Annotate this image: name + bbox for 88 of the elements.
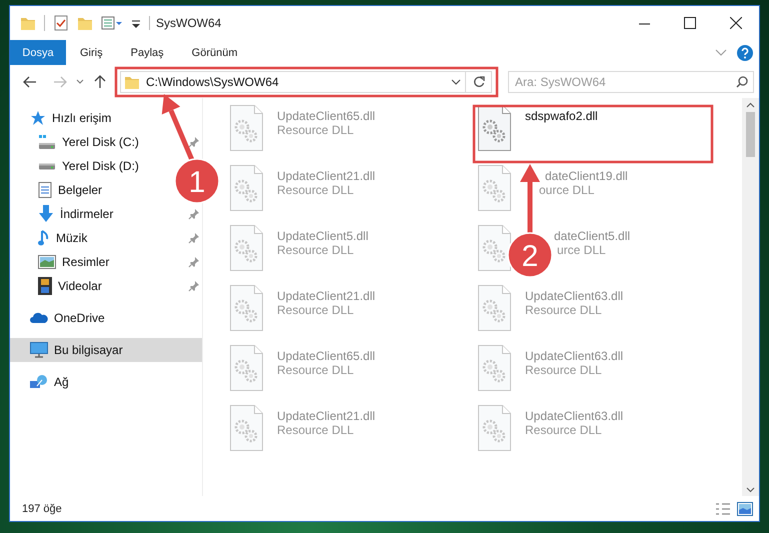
dll-file-icon[interactable] xyxy=(230,165,264,212)
pin-icon[interactable] xyxy=(188,208,200,220)
nav-item[interactable]: OneDrive xyxy=(10,306,113,330)
details-view-button[interactable] xyxy=(715,502,731,516)
dll-file-icon[interactable] xyxy=(478,345,512,392)
up-arrow-icon xyxy=(94,74,106,88)
file-type: urce DLL xyxy=(557,243,607,257)
file-type: Resource DLL xyxy=(525,363,603,377)
dll-file-icon[interactable] xyxy=(230,405,264,452)
document-icon xyxy=(38,182,52,198)
step-badge: 2 xyxy=(507,232,553,278)
nav-item[interactable]: Resimler xyxy=(10,250,202,274)
dll-file-icon[interactable] xyxy=(478,285,512,332)
network-icon xyxy=(30,374,48,390)
down-arrow-icon xyxy=(38,205,54,223)
expand-ribbon-icon[interactable] xyxy=(715,48,727,56)
star-icon xyxy=(30,110,46,126)
pin-icon[interactable] xyxy=(188,256,200,268)
file-type: Resource DLL xyxy=(277,303,355,317)
nav-item[interactable]: Yerel Disk (C:) xyxy=(10,130,202,154)
drive-icon xyxy=(38,134,56,150)
scrollbar-thumb[interactable] xyxy=(746,112,755,157)
properties-icon[interactable] xyxy=(53,15,69,31)
scroll-down-icon[interactable] xyxy=(746,487,755,493)
file-type: Resource DLL xyxy=(277,363,355,377)
dll-file-icon[interactable] xyxy=(478,165,512,212)
dll-file-icon[interactable] xyxy=(230,225,264,272)
item-count: 197 öğe xyxy=(22,502,62,514)
nav-item[interactable]: Yerel Disk (D:) xyxy=(10,154,147,178)
search-field[interactable]: Ara: SysWOW64 xyxy=(508,70,754,92)
help-icon[interactable] xyxy=(737,44,753,60)
music-note-icon xyxy=(38,229,50,247)
chevron-down-icon xyxy=(76,79,84,84)
dll-file-icon[interactable] xyxy=(478,405,512,452)
file-type: ource DLL xyxy=(539,183,596,197)
file-type: Resource DLL xyxy=(525,303,603,317)
refresh-icon xyxy=(472,76,484,88)
maximize-icon xyxy=(684,17,696,29)
pin-icon[interactable] xyxy=(188,136,200,148)
folder-icon xyxy=(20,15,36,31)
film-icon xyxy=(38,277,52,295)
picture-icon xyxy=(737,502,753,516)
dropdown-icon[interactable] xyxy=(451,78,461,84)
refresh-button[interactable] xyxy=(466,70,492,92)
file-type: Resource DLL xyxy=(525,423,603,437)
list-icon xyxy=(715,502,731,516)
annotation-arrow xyxy=(520,164,540,233)
back-arrow-icon xyxy=(23,76,37,88)
new-folder-icon[interactable] xyxy=(77,15,93,31)
dll-file-icon[interactable] xyxy=(230,105,264,152)
nav-item[interactable]: Videolar xyxy=(10,274,202,298)
view-icon[interactable] xyxy=(101,15,123,31)
file-type: Resource DLL xyxy=(277,183,355,197)
dll-file-icon[interactable] xyxy=(230,345,264,392)
pin-icon[interactable] xyxy=(188,280,200,292)
cloud-icon xyxy=(30,312,48,324)
ribbon-tab[interactable]: Giriş xyxy=(66,40,117,65)
ribbon-tab[interactable]: Görünüm xyxy=(178,40,252,65)
file-type: Resource DLL xyxy=(277,243,355,257)
step-badge: 1 xyxy=(174,158,220,204)
file-name[interactable]: sdspwafo2.dll xyxy=(525,109,598,123)
monitor-icon xyxy=(30,342,48,358)
close-icon xyxy=(730,17,742,29)
dll-file-icon[interactable] xyxy=(230,285,264,332)
nav-item[interactable]: Müzik xyxy=(10,226,202,250)
window-title: SysWOW64 xyxy=(149,16,222,30)
pin-icon[interactable] xyxy=(188,232,200,244)
file-type: Resource DLL xyxy=(277,423,355,437)
file-type: Resource DLL xyxy=(277,123,355,137)
file-tab[interactable]: Dosya xyxy=(10,40,66,65)
nav-item[interactable]: İndirmeler xyxy=(10,202,202,226)
nav-item[interactable]: Ağ xyxy=(10,370,77,394)
scrollbar[interactable] xyxy=(742,98,759,496)
address-path: C:\Windows\SysWOW64 xyxy=(146,74,279,88)
dll-file-icon[interactable] xyxy=(478,225,512,272)
scroll-up-icon[interactable] xyxy=(746,102,755,108)
address-bar[interactable]: C:\Windows\SysWOW64 xyxy=(120,70,466,92)
forward-arrow-icon xyxy=(53,76,67,88)
drive-icon xyxy=(38,162,56,170)
picture-icon xyxy=(38,255,56,269)
dll-file-icon[interactable] xyxy=(478,105,512,152)
search-icon[interactable] xyxy=(736,76,748,88)
ribbon-tab[interactable]: Paylaş xyxy=(116,40,178,65)
nav-item[interactable]: Bu bilgisayar xyxy=(10,338,202,362)
nav-item[interactable]: Hızlı erişim xyxy=(10,106,120,130)
large-icons-view-button[interactable] xyxy=(737,502,753,516)
annotation-arrow xyxy=(162,94,194,161)
nav-item[interactable]: Belgeler xyxy=(10,178,110,202)
